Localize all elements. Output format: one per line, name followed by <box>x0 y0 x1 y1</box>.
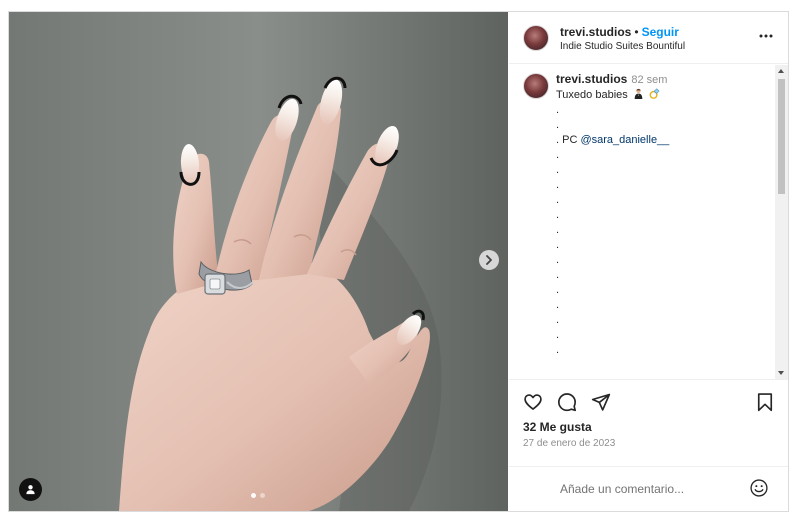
post-media <box>9 12 508 511</box>
comment-button[interactable] <box>557 392 577 412</box>
caption-dot: . <box>556 179 560 191</box>
caption-dot: . <box>556 284 560 296</box>
caption-dot: . <box>556 329 560 341</box>
user-tag-icon <box>26 485 35 495</box>
like-button[interactable] <box>523 392 543 412</box>
caption-dot: . <box>556 164 560 176</box>
bookmark-icon <box>757 393 773 412</box>
smiley-icon[interactable] <box>749 478 769 498</box>
caption-dot: . <box>556 314 560 326</box>
user-tags-button[interactable] <box>19 478 42 501</box>
follow-button[interactable]: Seguir <box>642 25 679 39</box>
caption-dot: . <box>556 119 560 131</box>
caption-first-line: Tuxedo babies <box>556 88 766 103</box>
caption-dot: . <box>556 209 560 221</box>
header-username[interactable]: trevi.studios <box>560 25 631 39</box>
share-icon <box>591 393 611 411</box>
caption-dot: . <box>556 344 560 356</box>
caption-dot: . <box>556 239 560 251</box>
more-options-icon[interactable] <box>758 30 774 42</box>
location-link[interactable]: Indie Studio Suites Bountiful <box>560 41 685 52</box>
save-button[interactable] <box>755 392 775 412</box>
mention-link[interactable]: @sara_danielle__ <box>580 134 669 146</box>
chevron-right-icon <box>486 255 492 265</box>
header-user-line: trevi.studios • Seguir <box>560 25 679 39</box>
post-header: trevi.studios • Seguir Indie Studio Suites… <box>509 12 788 64</box>
comments-area: trevi.studios 82 sem Tuxedo babies . . . … <box>509 65 788 379</box>
caption-dot: . <box>556 299 560 311</box>
scroll-down-arrow-icon[interactable] <box>778 371 784 375</box>
hand-photo <box>9 12 508 511</box>
caption-text: Tuxedo babies . . . PC @sara_danielle__ … <box>556 88 766 358</box>
scroll-up-arrow-icon[interactable] <box>778 69 784 73</box>
avatar[interactable] <box>523 25 549 51</box>
likes-count[interactable]: 32 Me gusta <box>523 420 592 434</box>
caption-main-text: Tuxedo babies <box>556 89 628 101</box>
post-date[interactable]: 27 de enero de 2023 <box>523 438 615 449</box>
heart-icon <box>524 394 542 410</box>
comment-input[interactable] <box>560 480 740 498</box>
comments-scrollbar[interactable] <box>775 65 788 379</box>
share-button[interactable] <box>591 392 611 412</box>
scroll-thumb[interactable] <box>778 79 785 194</box>
caption-credit-prefix: . PC <box>556 134 581 146</box>
post-actions: 32 Me gusta 27 de enero de 2023 <box>509 379 788 511</box>
caption-credit-line: . PC @sara_danielle__ <box>556 133 766 148</box>
separator: • <box>634 25 639 39</box>
comment-icon <box>558 393 576 412</box>
carousel-dot-active <box>251 493 256 498</box>
caption-avatar[interactable] <box>523 73 549 99</box>
caption-username[interactable]: trevi.studios <box>556 72 627 86</box>
caption-dot: . <box>556 149 560 161</box>
next-media-button[interactable] <box>479 250 499 270</box>
post-dialog: trevi.studios • Seguir Indie Studio Suites… <box>8 11 789 512</box>
add-comment-bar <box>509 466 788 511</box>
ring-emoji <box>649 88 660 99</box>
post-side-panel: trevi.studios • Seguir Indie Studio Suites… <box>509 12 788 511</box>
man-in-tuxedo-emoji <box>634 88 643 99</box>
caption-dot: . <box>556 224 560 236</box>
caption-time[interactable]: 82 sem <box>631 74 667 86</box>
carousel-dot <box>260 493 265 498</box>
caption-dot: . <box>556 194 560 206</box>
carousel-indicator <box>251 493 265 498</box>
caption-dot: . <box>556 269 560 281</box>
caption-dot: . <box>556 254 560 266</box>
caption-dot: . <box>556 104 560 116</box>
caption-header: trevi.studios 82 sem <box>556 72 667 86</box>
